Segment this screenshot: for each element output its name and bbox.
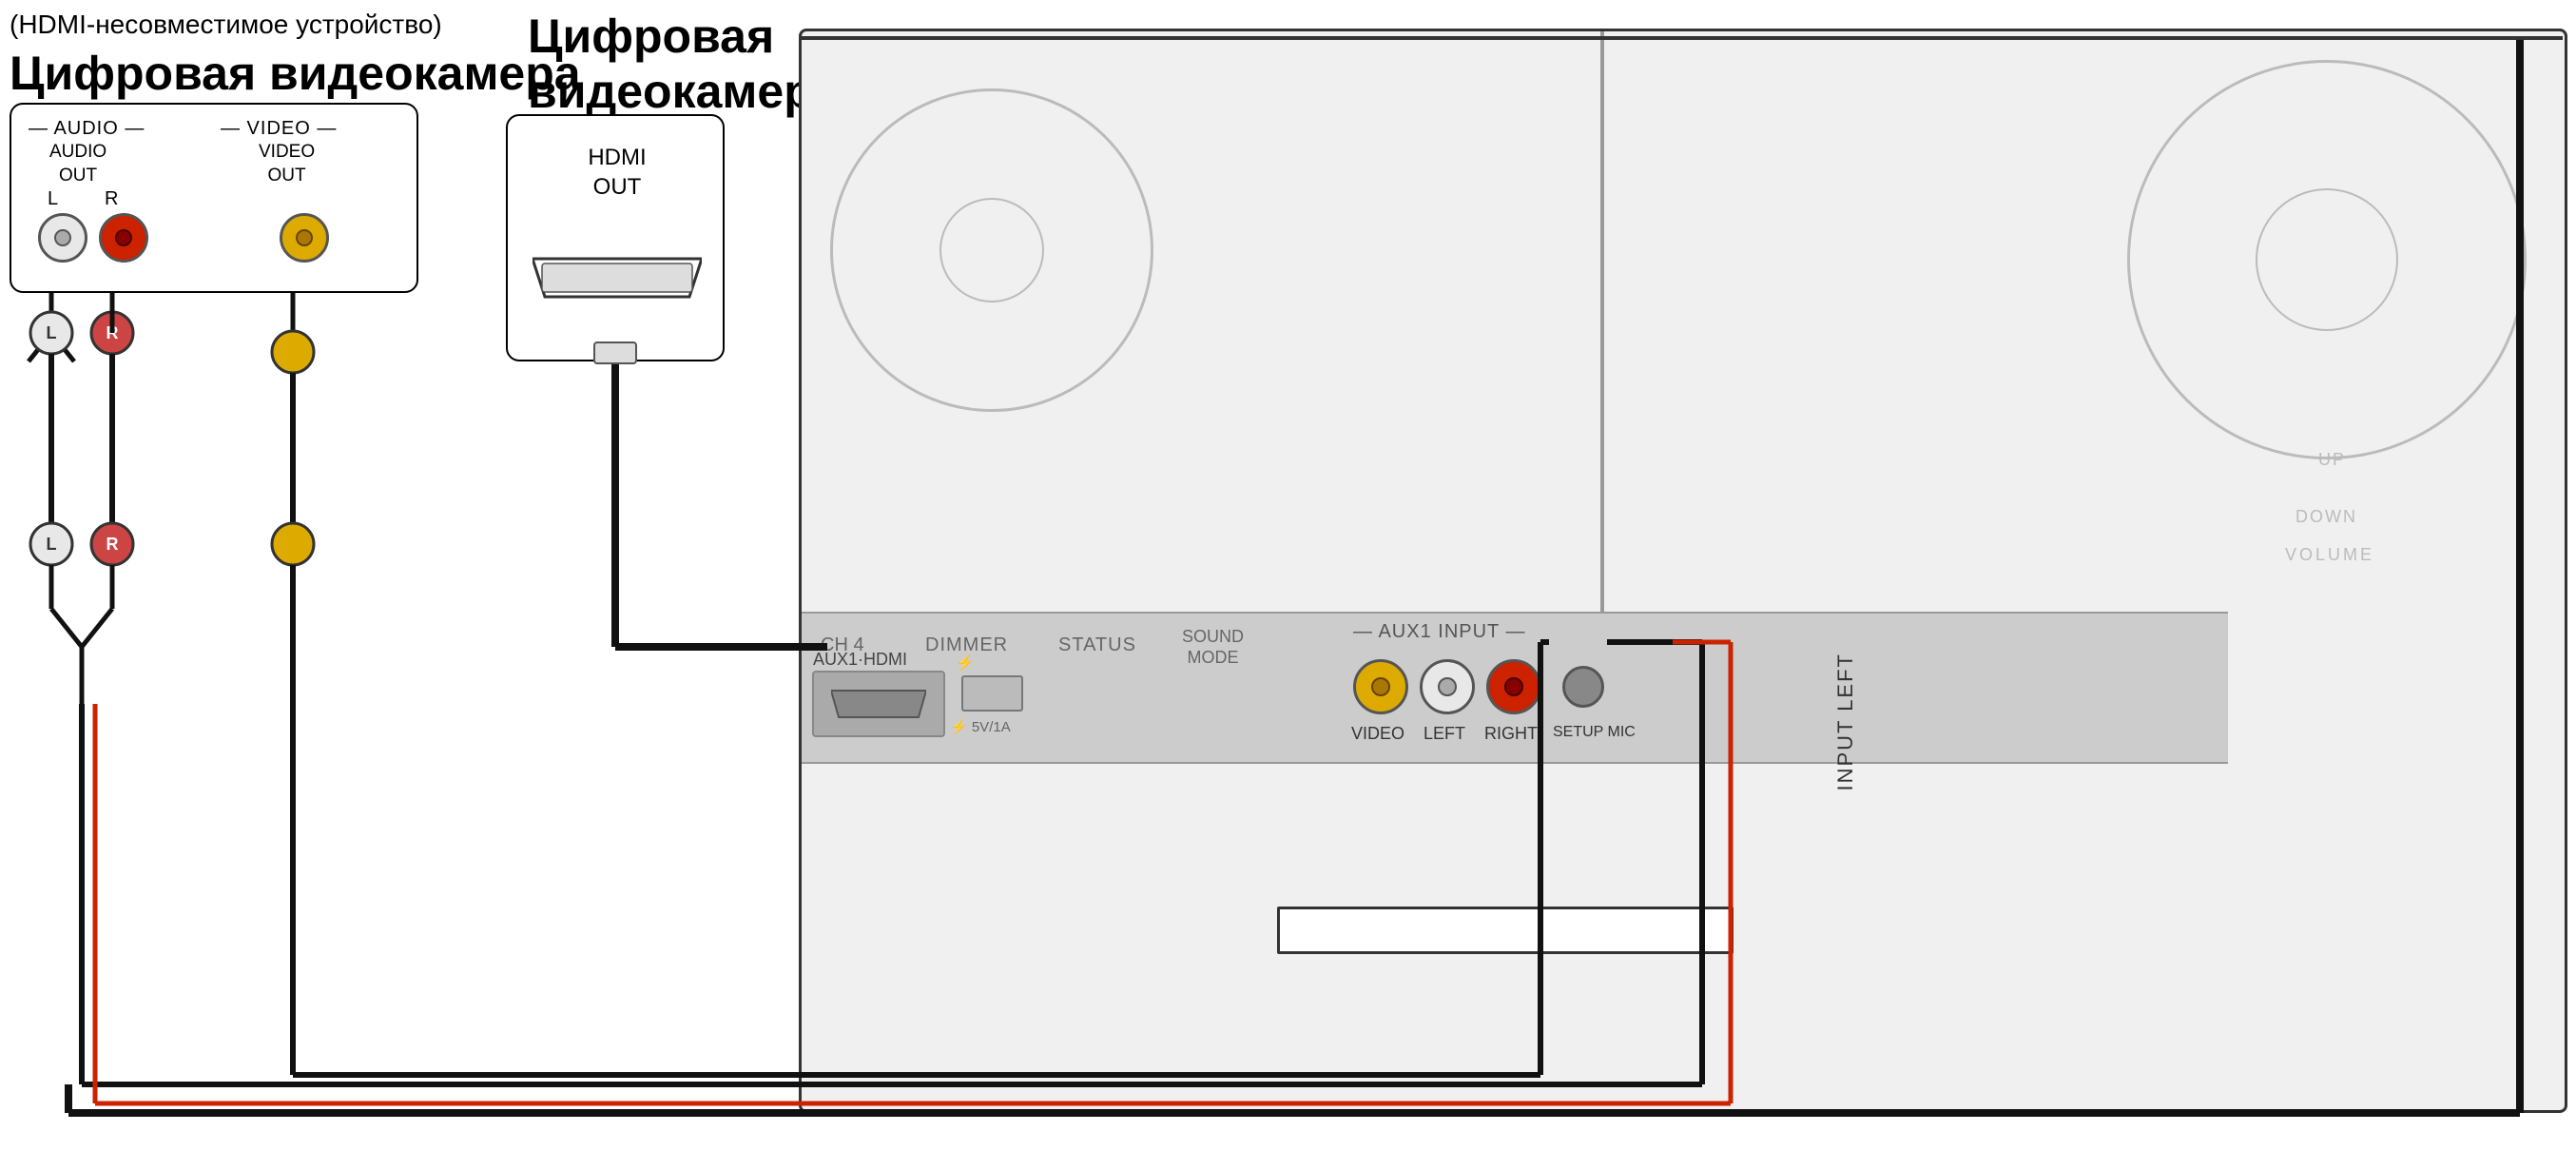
sound-mode-label: SOUND MODE [1182,627,1244,668]
panel-sublabel-video: VIDEO [1351,724,1404,744]
device-mid-title: Цифровая видеокамера [528,10,840,119]
svg-text:R: R [107,323,119,342]
lr-label: L R [48,188,139,210]
aux1-hdmi-box [812,671,945,737]
bottom-rail-box [1277,907,1733,954]
audio-section-label: — AUDIO — [29,118,145,140]
volume-down-label: DOWN [2295,507,2357,527]
svg-text:L: L [47,323,57,342]
speaker-right [2127,60,2527,459]
panel-sublabel-left: LEFT [1424,724,1465,744]
panel-rca-left [1420,659,1475,714]
audio-out-label: AUDIO OUT [49,141,107,187]
status-label: STATUS [1058,634,1136,656]
volume-up-label: UP [2318,450,2346,470]
panel-rca-right [1486,659,1541,714]
control-panel: CH 4 DIMMER STATUS SOUND MODE — AUX1 INP… [802,612,2228,764]
main-device: UP DOWN VOLUME CH 4 DIMMER STATUS SOUND … [799,29,2567,1113]
svg-text:L: L [47,535,57,554]
panel-sublabel-setup-mic: SETUP MIC [1553,724,1636,741]
aux1-input-label: — AUX1 INPUT — [1353,621,1525,643]
usb-5v-label: ⚡ 5V/1A [950,718,1011,735]
input-left-label: INPUT LEFT [1833,653,1858,791]
aux1-hdmi-port [831,687,926,721]
device-left-box: — AUDIO — — VIDEO — AUDIO OUT VIDEO OUT … [10,103,418,293]
hdmi-port-symbol [533,249,702,306]
usb-label: ⚡ [956,654,975,673]
speaker-left [830,88,1153,412]
volume-label: VOLUME [2285,545,2374,565]
hdmi-out-label: HDMI OUT [527,143,707,202]
main-divider [1600,31,1604,621]
svg-text:R: R [107,535,119,554]
device-rca-white [38,213,87,263]
panel-sublabel-right: RIGHT [1484,724,1538,744]
panel-rca-video [1353,659,1408,714]
device-left-subtitle: (HDMI-несовместимое устройство) [10,10,442,40]
video-section-label: — VIDEO — [221,118,337,140]
device-left-title: Цифровая видеокамера [10,46,581,101]
device-rca-red [99,213,148,263]
device-mid-box: HDMI OUT [506,114,725,361]
aux1-hdmi-label: AUX1·HDMI [813,650,907,670]
setup-mic-port [1562,666,1604,708]
usb-port [961,675,1023,712]
diagram: (HDMI-несовместимое устройство) Цифровая… [0,0,2576,1151]
device-rca-yellow [280,213,329,263]
video-out-label: VIDEO OUT [259,141,315,187]
